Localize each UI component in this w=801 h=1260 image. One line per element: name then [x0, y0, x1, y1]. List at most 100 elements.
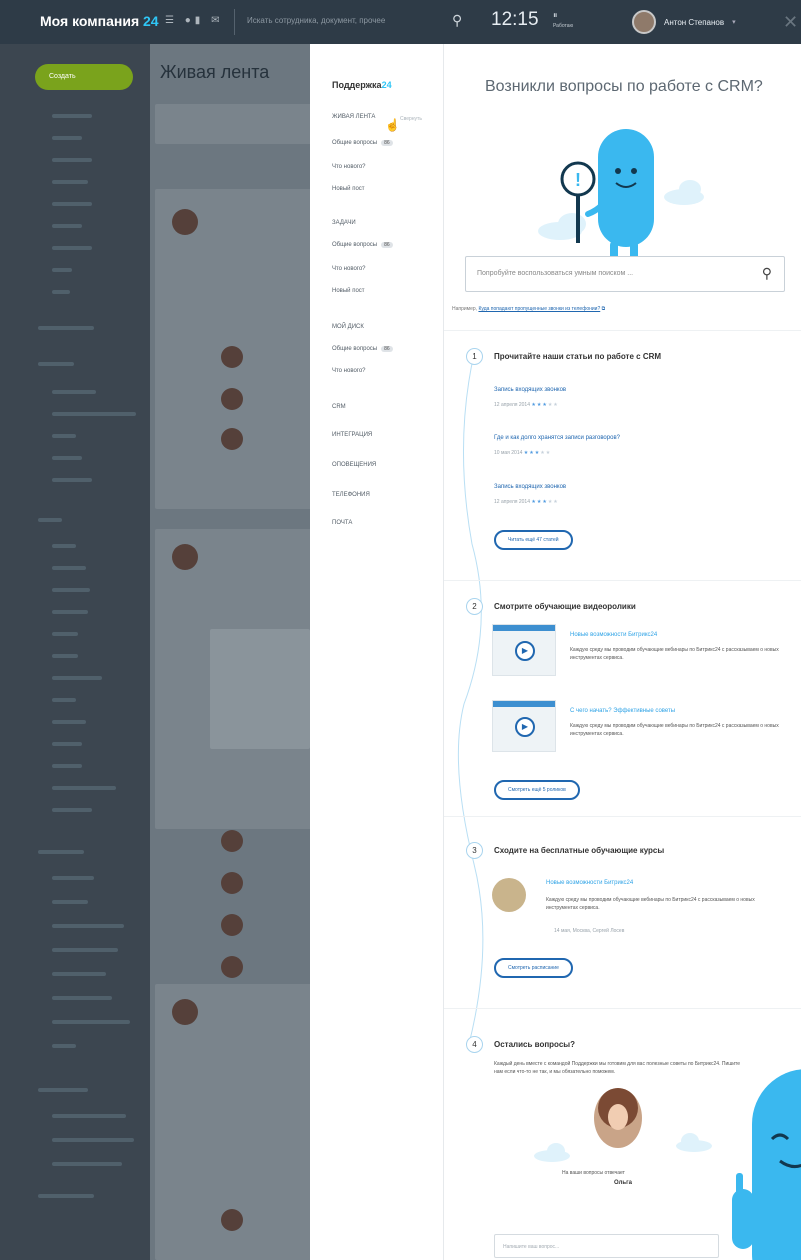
- course-link[interactable]: Новые возможности Битрикс24: [546, 880, 633, 886]
- cloud-illustration: [676, 1133, 712, 1152]
- sidebar-line: [52, 972, 106, 976]
- step-title: Сходите на бесплатные обучающие курсы: [494, 846, 665, 855]
- search-hint-link[interactable]: Куда попадают пропущенные звонки из теле…: [478, 306, 600, 312]
- external-link-icon[interactable]: ⧉: [602, 306, 606, 312]
- video-link[interactable]: С чего начать? Эффективные советы: [570, 708, 675, 714]
- page-title: Возникли вопросы по работе с CRM?: [485, 78, 763, 95]
- avatar: [221, 830, 243, 852]
- menu-item[interactable]: Задачи: [332, 220, 356, 226]
- menu-hint[interactable]: Свернуть: [400, 116, 422, 122]
- sidebar-line: [52, 246, 92, 250]
- menu-item[interactable]: Что нового?: [332, 368, 366, 374]
- read-more-articles-button[interactable]: Читать ещё 47 статей: [494, 530, 573, 550]
- sidebar-line: [52, 876, 94, 880]
- video-link[interactable]: Новые возможности Битрикс24: [570, 632, 657, 638]
- hand-cursor-icon: ☝: [385, 118, 400, 132]
- close-icon[interactable]: ✕: [783, 12, 798, 33]
- play-icon[interactable]: ▶: [515, 641, 535, 661]
- search-icon[interactable]: ⚲: [452, 12, 462, 29]
- sidebar-line: [52, 390, 96, 394]
- menu-item[interactable]: Общие вопросы 86: [332, 140, 393, 146]
- menu-item[interactable]: Мой диск: [332, 324, 364, 330]
- course-image[interactable]: [492, 878, 526, 912]
- step-title: Остались вопросы?: [494, 1040, 575, 1049]
- avatar: [221, 914, 243, 936]
- sidebar-line: [52, 1044, 76, 1048]
- menu-item[interactable]: Общие вопросы 86: [332, 346, 393, 352]
- menu-item[interactable]: Новый пост: [332, 186, 365, 192]
- play-icon[interactable]: ▶: [515, 717, 535, 737]
- step-number: 2: [466, 598, 483, 615]
- operator-avatar: [594, 1088, 642, 1148]
- sidebar-line: [38, 850, 84, 854]
- sidebar-line: [52, 676, 102, 680]
- notification-icons[interactable]: ☰ ●▮ ✉: [165, 15, 223, 26]
- sidebar-line: [52, 632, 78, 636]
- menu-item[interactable]: Что нового?: [332, 266, 366, 272]
- step-number: 1: [466, 348, 483, 365]
- menu-item[interactable]: Интеграция: [332, 432, 372, 438]
- work-status-icon[interactable]: ⏸ Работаю: [553, 11, 573, 31]
- article-meta: 12 апреля 2014 ★★★★★: [494, 499, 559, 505]
- sidebar-line: [38, 326, 94, 330]
- sidebar-line: [52, 900, 88, 904]
- step-title: Смотрите обучающие видеоролики: [494, 602, 636, 611]
- chevron-down-icon: ▾: [732, 19, 736, 26]
- sidebar-line: [52, 588, 90, 592]
- sidebar-line: [52, 996, 112, 1000]
- avatar: [221, 956, 243, 978]
- menu-item[interactable]: Оповещения: [332, 462, 376, 468]
- video-thumbnail[interactable]: ▶: [492, 700, 556, 752]
- search-hint: Например, Куда попадают пропущенные звон…: [452, 306, 606, 312]
- step-number: 4: [466, 1036, 483, 1053]
- menu-item[interactable]: Новый пост: [332, 288, 365, 294]
- support-menu: Поддержка24 Живая лента ☝ Свернуть Общие…: [310, 44, 444, 1260]
- help-panel: Возникли вопросы по работе с CRM? ! Попр…: [444, 44, 801, 1260]
- global-search-input[interactable]: Искать сотрудника, документ, прочее: [234, 9, 454, 35]
- video-thumbnail[interactable]: ▶: [492, 624, 556, 676]
- sidebar-line: [52, 290, 70, 294]
- article-link[interactable]: Где и как долго хранятся записи разговор…: [494, 435, 620, 441]
- sidebar-line: [52, 742, 82, 746]
- course-description: Каждую среду мы проводим обучающие вебин…: [546, 897, 755, 911]
- sidebar-line: [38, 1088, 88, 1092]
- smart-search-input[interactable]: Попробуйте воспользоваться умным поиском…: [465, 256, 785, 292]
- article-link[interactable]: Запись входящих звонков: [494, 387, 566, 393]
- sidebar-line: [52, 268, 72, 272]
- svg-text:!: !: [575, 170, 581, 190]
- search-placeholder: Попробуйте воспользоваться умным поиском…: [477, 270, 634, 277]
- clock[interactable]: 12:15: [491, 9, 539, 31]
- sidebar-line: [38, 1194, 94, 1198]
- sidebar-line: [38, 362, 74, 366]
- sidebar-line: [52, 224, 82, 228]
- schedule-button[interactable]: Смотреть расписание: [494, 958, 573, 978]
- sidebar-line: [52, 1162, 122, 1166]
- question-input[interactable]: Напишите ваш вопрос...: [494, 1234, 719, 1258]
- more-videos-button[interactable]: Смотреть ещё 5 роликов: [494, 780, 580, 800]
- cloud-illustration: [534, 1143, 570, 1162]
- avatar: [221, 1209, 243, 1231]
- sidebar-line: [52, 786, 116, 790]
- menu-item[interactable]: Общие вопросы 86: [332, 242, 393, 248]
- sidebar-line: [52, 1020, 130, 1024]
- article-link[interactable]: Запись входящих звонков: [494, 484, 566, 490]
- avatar: [221, 346, 243, 368]
- video-description: Каждую среду мы проводим обучающие вебин…: [570, 723, 779, 737]
- menu-item[interactable]: Телефония: [332, 492, 370, 498]
- step-videos: [444, 580, 801, 816]
- search-icon[interactable]: ⚲: [762, 265, 772, 282]
- sidebar-line: [38, 518, 62, 522]
- sidebar-line: [52, 158, 92, 162]
- company-logo[interactable]: Моя компания 24: [40, 13, 159, 29]
- menu-item[interactable]: Почта: [332, 520, 352, 526]
- dimmed-portal-background[interactable]: Создать Живая лента: [0, 44, 310, 1260]
- user-name: Антон Степанов: [664, 17, 725, 27]
- menu-item[interactable]: CRM: [332, 404, 346, 410]
- post-image: [210, 629, 310, 749]
- menu-item[interactable]: Живая лента: [332, 114, 375, 120]
- sidebar-line: [52, 180, 88, 184]
- rating-stars: ★★★★★: [531, 499, 559, 505]
- user-menu[interactable]: Антон Степанов ▾: [632, 10, 736, 34]
- menu-item[interactable]: Что нового?: [332, 164, 366, 170]
- sidebar-line: [52, 698, 76, 702]
